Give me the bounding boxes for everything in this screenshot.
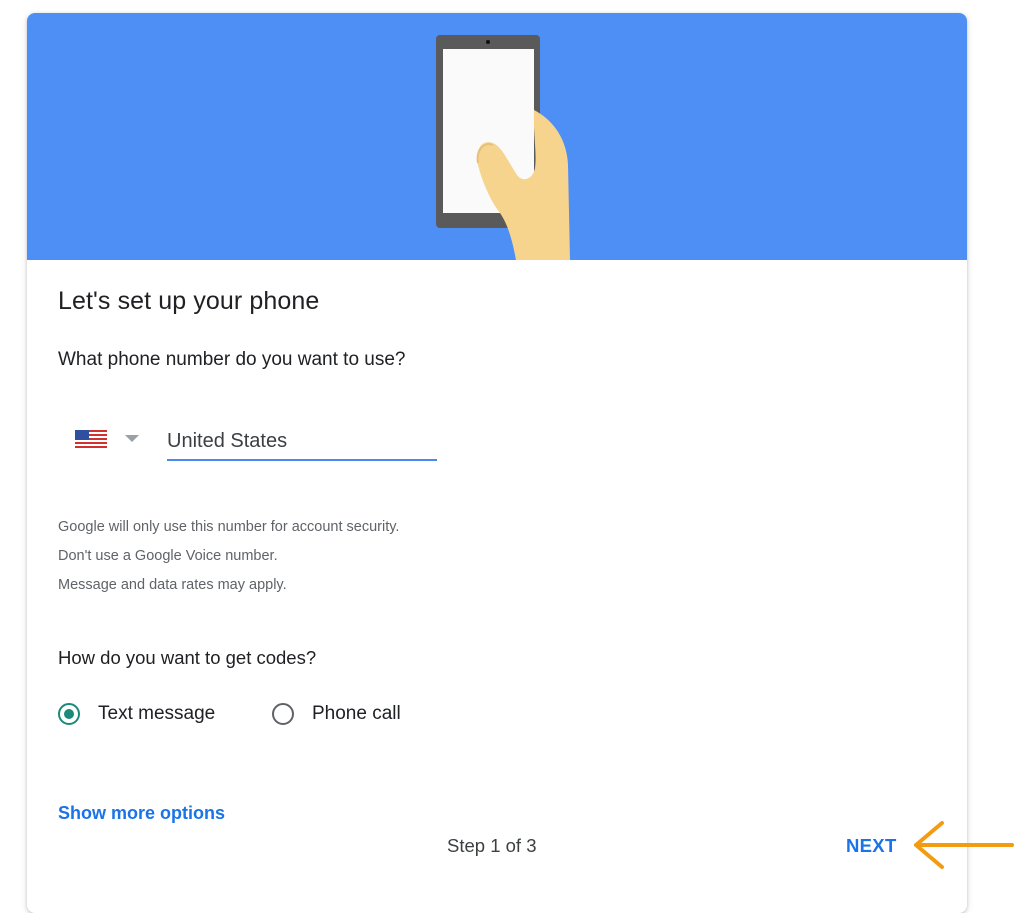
us-flag-icon: [75, 430, 107, 448]
hand-holding-phone-illustration: [436, 35, 570, 260]
note-google-voice: Don't use a Google Voice number.: [58, 548, 278, 564]
radio-unselected-icon[interactable]: [272, 703, 294, 725]
note-rates: Message and data rates may apply.: [58, 577, 287, 593]
step-indicator: Step 1 of 3: [447, 835, 537, 856]
country-field[interactable]: United States: [167, 425, 437, 461]
codes-question: How do you want to get codes?: [58, 647, 317, 668]
radio-selected-icon[interactable]: [58, 703, 80, 725]
country-selector[interactable]: United States: [75, 425, 437, 465]
chevron-down-icon[interactable]: [125, 435, 139, 443]
radio-text-message-label[interactable]: Text message: [98, 703, 215, 725]
show-more-options-link[interactable]: Show more options: [58, 803, 225, 824]
phone-question: What phone number do you want to use?: [58, 349, 406, 370]
radio-phone-call-label[interactable]: Phone call: [312, 703, 401, 725]
setup-card: Let's set up your phone What phone numbe…: [27, 13, 967, 913]
arrow-left-icon: [914, 821, 1014, 869]
next-button[interactable]: NEXT: [846, 835, 897, 857]
page-title: Let's set up your phone: [58, 287, 320, 315]
hero-banner: [27, 13, 967, 260]
note-security: Google will only use this number for acc…: [58, 519, 400, 535]
